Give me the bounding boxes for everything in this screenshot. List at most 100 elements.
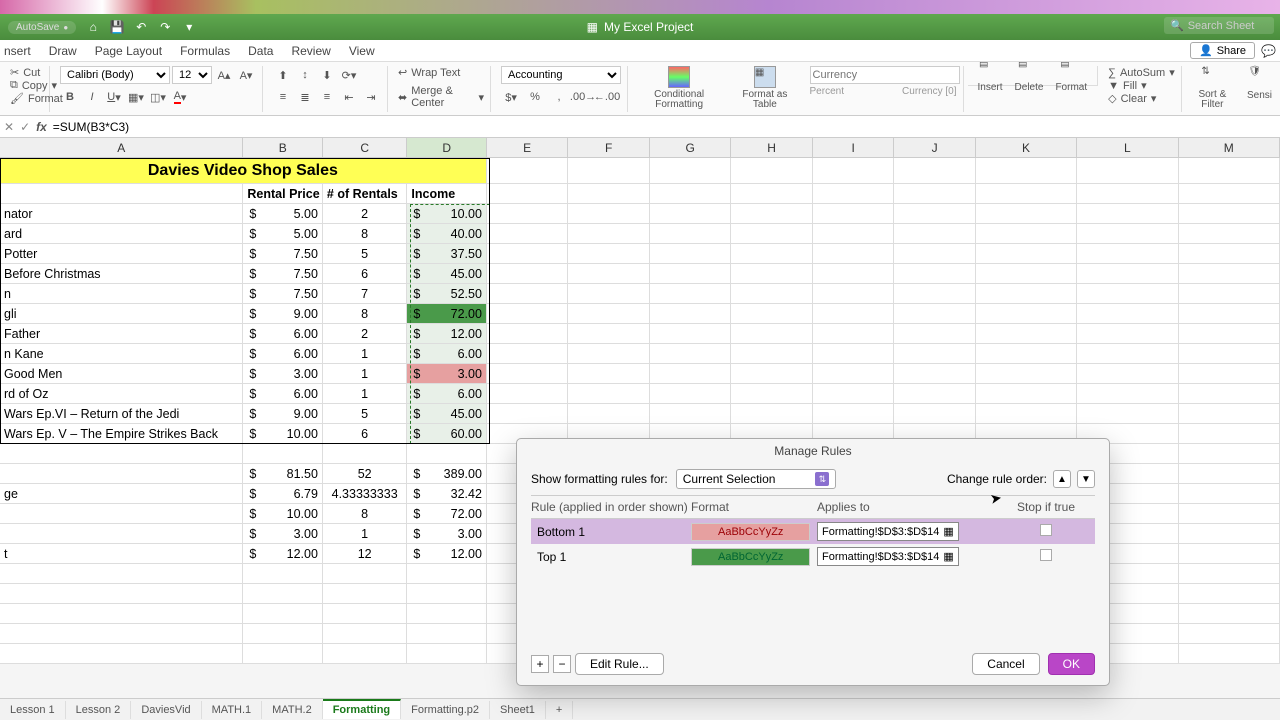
align-mid-icon[interactable]: ↕: [295, 66, 315, 84]
sort-filter-button[interactable]: ⇅Sort & Filter: [1186, 66, 1239, 110]
delete-button[interactable]: ▤Delete: [1011, 62, 1048, 93]
range-picker-icon[interactable]: ▦: [943, 550, 953, 563]
bold-button[interactable]: B: [60, 88, 80, 106]
format-as-table-button[interactable]: ▦ Format as Table: [730, 66, 799, 110]
add-sheet-button[interactable]: +: [546, 701, 573, 719]
qat-more-icon[interactable]: ▾: [182, 20, 196, 34]
home-icon[interactable]: ⌂: [86, 20, 100, 34]
col-header-L[interactable]: L: [1077, 138, 1178, 157]
comma-icon[interactable]: ,: [549, 88, 569, 106]
stop-if-true-checkbox[interactable]: [1040, 524, 1052, 536]
grow-font-icon[interactable]: A▴: [214, 66, 234, 84]
shrink-font-icon[interactable]: A▾: [236, 66, 256, 84]
indent-dec-icon[interactable]: ⇤: [339, 88, 359, 106]
style-currency0[interactable]: Currency [0]: [902, 86, 956, 97]
autosave-toggle[interactable]: AutoSave●: [8, 21, 76, 34]
col-header-K[interactable]: K: [976, 138, 1077, 157]
align-left-icon[interactable]: ≡: [273, 88, 293, 106]
underline-button[interactable]: U▾: [104, 88, 124, 106]
orientation-icon[interactable]: ⟳▾: [339, 66, 359, 84]
align-center-icon[interactable]: ≣: [295, 88, 315, 106]
move-down-button[interactable]: ▼: [1077, 470, 1095, 488]
comments-icon[interactable]: 💬: [1261, 44, 1276, 58]
format-button[interactable]: ▤Format: [1051, 62, 1091, 93]
stop-if-true-checkbox[interactable]: [1040, 549, 1052, 561]
format-painter-button[interactable]: 🖌Format: [10, 92, 43, 105]
style-percent[interactable]: Percent: [810, 86, 844, 97]
copy-button[interactable]: ⧉Copy ▾: [10, 79, 43, 92]
sheet-tab[interactable]: DaviesVid: [131, 701, 201, 719]
formula-input[interactable]: =SUM(B3*C3): [53, 120, 129, 134]
align-top-icon[interactable]: ⬆: [273, 66, 293, 84]
ribbon-tab[interactable]: Data: [248, 44, 273, 58]
insert-button[interactable]: ▤Insert: [974, 62, 1007, 93]
cancel-formula-icon[interactable]: ✕: [4, 120, 14, 134]
rule-row[interactable]: Top 1AaBbCcYyZzFormatting!$D$3:$D$14 ▦: [531, 544, 1095, 569]
col-header-H[interactable]: H: [731, 138, 812, 157]
indent-inc-icon[interactable]: ⇥: [361, 88, 381, 106]
font-name-select[interactable]: Calibri (Body): [60, 66, 170, 84]
col-header-I[interactable]: I: [813, 138, 894, 157]
sensitivity-button[interactable]: 🛡Sensi: [1243, 66, 1276, 101]
font-size-select[interactable]: 12: [172, 66, 212, 84]
search-input[interactable]: 🔍 Search Sheet: [1164, 17, 1274, 34]
fill-color-button[interactable]: ◫▾: [148, 88, 168, 106]
inc-decimal-icon[interactable]: .00→: [573, 88, 593, 106]
col-header-F[interactable]: F: [568, 138, 649, 157]
dec-decimal-icon[interactable]: ←.00: [597, 88, 617, 106]
accept-formula-icon[interactable]: ✓: [20, 120, 30, 134]
ribbon-tab[interactable]: nsert: [4, 44, 31, 58]
col-header-B[interactable]: B: [243, 138, 323, 157]
redo-icon[interactable]: ↷: [158, 20, 172, 34]
cut-button[interactable]: ✂Cut: [10, 66, 43, 79]
col-header-J[interactable]: J: [894, 138, 975, 157]
col-header-D[interactable]: D: [407, 138, 487, 157]
share-button[interactable]: 👤Share: [1190, 42, 1255, 59]
sheet-tab[interactable]: MATH.1: [202, 701, 263, 719]
italic-button[interactable]: I: [82, 88, 102, 106]
currency-icon[interactable]: $▾: [501, 88, 521, 106]
ribbon-tab[interactable]: View: [349, 44, 375, 58]
applies-to-input[interactable]: Formatting!$D$3:$D$14 ▦: [817, 522, 959, 541]
move-up-button[interactable]: ▲: [1053, 470, 1071, 488]
save-icon[interactable]: 💾: [110, 20, 124, 34]
remove-rule-button[interactable]: −: [553, 655, 571, 673]
font-color-button[interactable]: A▾: [170, 88, 190, 106]
style-currency[interactable]: [810, 66, 960, 84]
sheet-tab[interactable]: Lesson 1: [0, 701, 66, 719]
cancel-button[interactable]: Cancel: [972, 653, 1039, 675]
sheet-tab[interactable]: Lesson 2: [66, 701, 132, 719]
ribbon-tab[interactable]: Formulas: [180, 44, 230, 58]
number-format-select[interactable]: Accounting: [501, 66, 621, 84]
edit-rule-button[interactable]: Edit Rule...: [575, 653, 664, 675]
align-bot-icon[interactable]: ⬇: [317, 66, 337, 84]
align-right-icon[interactable]: ≡: [317, 88, 337, 106]
range-picker-icon[interactable]: ▦: [943, 525, 953, 538]
merge-center-button[interactable]: ⬌Merge & Center ▾: [398, 85, 484, 109]
autosum-button[interactable]: ∑AutoSum ▾: [1108, 66, 1175, 79]
sheet-tab[interactable]: Sheet1: [490, 701, 546, 719]
ok-button[interactable]: OK: [1048, 653, 1095, 675]
col-header-C[interactable]: C: [323, 138, 407, 157]
sheet-tab[interactable]: MATH.2: [262, 701, 323, 719]
col-header-A[interactable]: A: [0, 138, 243, 157]
column-headers[interactable]: ABCDEFGHIJKLM: [0, 138, 1280, 158]
rule-row[interactable]: Bottom 1AaBbCcYyZzFormatting!$D$3:$D$14 …: [531, 519, 1095, 544]
applies-to-input[interactable]: Formatting!$D$3:$D$14 ▦: [817, 547, 959, 566]
col-header-M[interactable]: M: [1179, 138, 1280, 157]
undo-icon[interactable]: ↶: [134, 20, 148, 34]
ribbon-tab[interactable]: Page Layout: [95, 44, 162, 58]
ribbon-tab[interactable]: Review: [291, 44, 330, 58]
add-rule-button[interactable]: +: [531, 655, 549, 673]
sheet-tab[interactable]: Formatting: [323, 699, 401, 719]
conditional-formatting-button[interactable]: Conditional Formatting: [632, 66, 726, 110]
border-button[interactable]: ▦▾: [126, 88, 146, 106]
ribbon-tab[interactable]: Draw: [49, 44, 77, 58]
clear-button[interactable]: ◇Clear ▾: [1108, 92, 1175, 105]
fill-button[interactable]: ▼Fill ▾: [1108, 79, 1175, 92]
col-header-G[interactable]: G: [650, 138, 731, 157]
percent-icon[interactable]: %: [525, 88, 545, 106]
fx-icon[interactable]: fx: [36, 120, 47, 134]
col-header-E[interactable]: E: [487, 138, 568, 157]
wrap-text-button[interactable]: ↩Wrap Text: [398, 66, 484, 79]
